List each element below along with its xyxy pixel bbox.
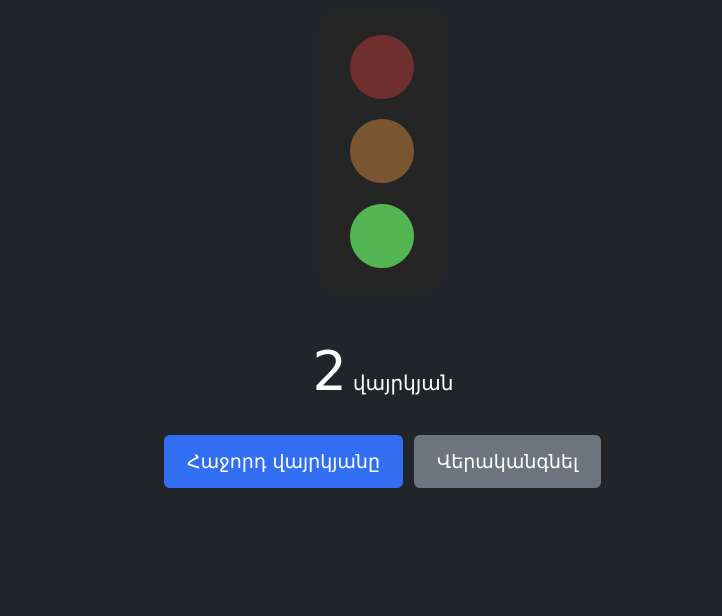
- countdown-unit: վայրկյան: [352, 371, 454, 395]
- green-light: [350, 204, 414, 268]
- red-light: [350, 35, 414, 99]
- countdown-value: 2: [312, 340, 347, 403]
- countdown-display: 2 վայրկյան: [0, 340, 722, 404]
- next-second-button[interactable]: Հաջորդ վայրկյանը: [164, 435, 403, 488]
- reset-button[interactable]: Վերականգնել: [414, 435, 601, 488]
- yellow-light: [350, 119, 414, 183]
- traffic-light: [318, 10, 446, 292]
